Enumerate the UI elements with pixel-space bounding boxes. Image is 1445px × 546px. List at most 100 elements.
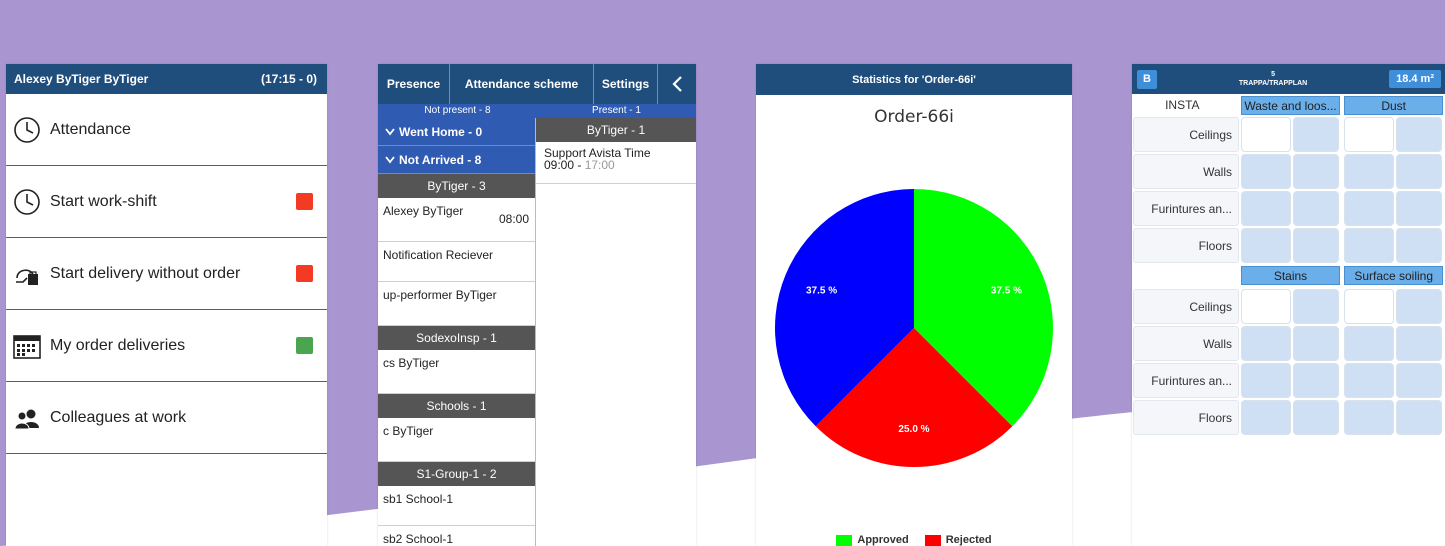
menu-item-label: Start work-shift (50, 192, 157, 210)
column-header-surface-soiling: Surface soiling (1344, 266, 1444, 285)
present-count: Present - 1 (592, 105, 641, 116)
entry-start: 09:00 (544, 158, 575, 172)
group-not-arrived[interactable]: Not Arrived - 8 (378, 146, 535, 174)
legend-label: Approved (857, 534, 909, 546)
person-row[interactable]: Notification Reciever (378, 242, 535, 282)
grid-cell[interactable] (1396, 228, 1442, 263)
inspection-screen: B 5 TRAPPA/TRAPPLAN 18.4 m² INSTA Waste … (1132, 64, 1445, 546)
chevron-left-icon[interactable] (658, 64, 696, 104)
grid-cell[interactable] (1396, 289, 1442, 324)
grid-cell[interactable] (1344, 228, 1394, 263)
insta-label: INSTA (1133, 95, 1238, 115)
room-name: TRAPPA/TRAPPLAN (1238, 80, 1308, 87)
grid-cell[interactable] (1396, 117, 1442, 152)
section-header: S1-Group-1 - 2 (378, 462, 535, 486)
grid-cell[interactable] (1241, 289, 1291, 324)
tab-attendance-scheme[interactable]: Attendance scheme (450, 64, 594, 104)
person-name: cs ByTiger (383, 356, 440, 370)
grid-cell[interactable] (1396, 154, 1442, 189)
person-row[interactable]: c ByTiger (378, 418, 535, 462)
row-label: Furintures an... (1133, 191, 1239, 226)
menu-item-label: Attendance (50, 120, 131, 138)
row-label: Floors (1133, 228, 1239, 263)
chevron-down-icon (385, 127, 395, 135)
grid-row: Floors (1132, 227, 1445, 264)
person-name: up-performer ByTiger (383, 288, 497, 302)
grid-cell[interactable] (1396, 363, 1442, 398)
menu-item-label: Colleagues at work (50, 408, 187, 426)
present-column: ByTiger - 1 Support Avista Time 09:00 - … (536, 118, 696, 546)
row-label: Walls (1133, 154, 1239, 189)
grid-cell[interactable] (1241, 363, 1291, 398)
grid-cell[interactable] (1293, 289, 1339, 324)
row-label: Furintures an... (1133, 363, 1239, 398)
status-indicator-green (296, 337, 313, 354)
grid-cell[interactable] (1241, 154, 1291, 189)
person-row[interactable]: sb1 School-1 (378, 486, 535, 526)
menu-item-colleagues-at-work[interactable]: Colleagues at work (6, 382, 327, 454)
grid-row: Floors (1132, 399, 1445, 436)
slice-label: 37.5 % (991, 286, 1022, 297)
room-number: 5 (1271, 71, 1275, 78)
legend-item-approved: Approved (836, 534, 909, 546)
grid-cell[interactable] (1293, 363, 1339, 398)
person-name: sb1 School-1 (383, 492, 454, 506)
not-present-count: Not present - 8 (424, 105, 491, 116)
grid-row: Walls (1132, 325, 1445, 362)
presence-screen: Presence Attendance scheme Settings Not … (378, 64, 696, 546)
grid-cell[interactable] (1396, 191, 1442, 226)
grid-cell[interactable] (1241, 191, 1291, 226)
menu-item-my-order-deliveries[interactable]: My order deliveries (6, 310, 327, 382)
tab-settings[interactable]: Settings (594, 64, 658, 104)
menu-item-start-delivery[interactable]: Start delivery without order (6, 238, 327, 310)
grid-cell[interactable] (1396, 326, 1442, 361)
grid-cell[interactable] (1293, 326, 1339, 361)
menu-item-attendance[interactable]: Attendance (6, 94, 327, 166)
person-row[interactable]: sb2 School-1 (378, 526, 535, 546)
grid-cell[interactable] (1241, 326, 1291, 361)
user-name: Alexey ByTiger ByTiger (14, 72, 149, 86)
group-label: Not Arrived - 8 (399, 152, 482, 167)
delivery-icon (12, 259, 42, 289)
person-row[interactable]: up-performer ByTiger (378, 282, 535, 326)
grid-cell[interactable] (1344, 326, 1394, 361)
legend-swatch (836, 534, 853, 546)
grid-cell[interactable] (1293, 191, 1339, 226)
b-button[interactable]: B (1137, 69, 1157, 89)
grid-cell[interactable] (1241, 228, 1291, 263)
grid-cell[interactable] (1344, 400, 1394, 435)
chevron-down-icon (385, 155, 395, 163)
legend-item-rejected: Rejected (924, 534, 992, 546)
menu-item-label: Start delivery without order (50, 264, 241, 282)
grid-cell[interactable] (1396, 400, 1442, 435)
grid-cell[interactable] (1293, 400, 1339, 435)
column-header-waste: Waste and loos... (1240, 96, 1341, 115)
grid-cell[interactable] (1241, 117, 1291, 152)
grid-cell[interactable] (1293, 228, 1339, 263)
clock-icon (12, 115, 42, 145)
group-went-home[interactable]: Went Home - 0 (378, 118, 535, 146)
grid-cell[interactable] (1344, 154, 1394, 189)
header-time: (17:15 - 0) (260, 72, 317, 86)
legend-label: Rejected (945, 534, 992, 546)
grid-cell[interactable] (1344, 191, 1394, 226)
grid-cell[interactable] (1344, 363, 1394, 398)
person-row[interactable]: Alexey ByTiger 08:00 (378, 198, 535, 242)
grid-cell[interactable] (1241, 400, 1291, 435)
grid-row: Ceilings (1132, 116, 1445, 153)
grid-cell[interactable] (1344, 289, 1394, 324)
statistics-screen: Statistics for 'Order-66i' Order-66i 37.… (756, 64, 1072, 546)
section-header: SodexoInsp - 1 (378, 326, 535, 350)
present-entry[interactable]: Support Avista Time 09:00 - 17:00 (536, 142, 696, 184)
person-row[interactable]: cs ByTiger (378, 350, 535, 394)
entry-sep: - (574, 158, 585, 172)
grid-cell[interactable] (1293, 117, 1339, 152)
tab-presence[interactable]: Presence (378, 64, 450, 104)
person-name: sb2 School-1 (383, 532, 454, 546)
menu-item-start-work-shift[interactable]: Start work-shift (6, 166, 327, 238)
grid-cell[interactable] (1293, 154, 1339, 189)
menu-item-label: My order deliveries (50, 336, 186, 354)
person-name: Alexey ByTiger (383, 204, 464, 218)
grid-cell[interactable] (1344, 117, 1394, 152)
home-menu-screen: Alexey ByTiger ByTiger (17:15 - 0) Atten… (6, 64, 327, 546)
